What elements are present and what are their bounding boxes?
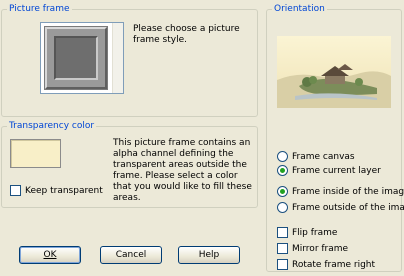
ok-button[interactable]: OK	[19, 246, 81, 264]
frame-outside-radio-button[interactable]	[277, 202, 288, 213]
frame-current-layer-radio-button[interactable]	[277, 165, 288, 176]
frame-current-layer-label: Frame current layer	[292, 165, 381, 176]
picture-frame-group: Picture frame Please choose a picture fr…	[1, 3, 258, 117]
keep-transparent-label: Keep transparent	[25, 185, 103, 196]
frame-outside-label: Frame outside of the image	[292, 202, 404, 213]
ok-label: OK	[43, 250, 57, 260]
keep-transparent-checkbox[interactable]: Keep transparent	[10, 185, 103, 196]
flip-frame-label: Flip frame	[292, 227, 338, 238]
rotate-frame-right-checkbox[interactable]: Rotate frame right	[277, 259, 375, 270]
frame-canvas-radio[interactable]: Frame canvas	[277, 151, 355, 162]
help-button[interactable]: Help	[178, 246, 240, 264]
orientation-preview-image	[277, 36, 391, 108]
frame-style-picker[interactable]	[40, 22, 124, 94]
frame-inside-label: Frame inside of the image	[292, 186, 404, 197]
frame-canvas-label: Frame canvas	[292, 151, 355, 162]
transparency-color-group: Transparency color This picture frame co…	[1, 120, 258, 208]
orientation-group: Orientation Frame canvas Frame current l…	[266, 3, 404, 272]
transparency-color-swatch[interactable]	[10, 139, 61, 168]
frame-style-thumbnail-inner	[54, 36, 98, 80]
orientation-title: Orientation	[272, 3, 327, 15]
mirror-frame-checkbox[interactable]: Mirror frame	[277, 243, 348, 254]
flip-frame-box[interactable]	[277, 227, 288, 238]
picture-frame-title: Picture frame	[7, 3, 72, 15]
rotate-frame-right-box[interactable]	[277, 259, 288, 270]
transparency-color-title: Transparency color	[7, 120, 97, 132]
cancel-button[interactable]: Cancel	[100, 246, 162, 264]
frame-style-thumbnail[interactable]	[45, 27, 107, 89]
mirror-frame-label: Mirror frame	[292, 243, 349, 254]
frame-inside-radio-button[interactable]	[277, 186, 288, 197]
transparency-description: This picture frame contains an alpha cha…	[113, 138, 252, 203]
mirror-frame-box[interactable]	[277, 243, 288, 254]
keep-transparent-box[interactable]	[10, 185, 21, 196]
flip-frame-checkbox[interactable]: Flip frame	[277, 227, 337, 238]
rotate-frame-right-label: Rotate frame right	[292, 259, 376, 270]
frame-outside-radio[interactable]: Frame outside of the image	[277, 202, 404, 213]
frame-canvas-radio-button[interactable]	[277, 151, 288, 162]
landscape-image	[277, 36, 391, 108]
frame-inside-radio[interactable]: Frame inside of the image	[277, 186, 404, 197]
frame-current-layer-radio[interactable]: Frame current layer	[277, 165, 381, 176]
frame-picker-scrollbar[interactable]	[112, 23, 123, 93]
frame-hint-text: Please choose a picture frame style.	[133, 24, 240, 45]
